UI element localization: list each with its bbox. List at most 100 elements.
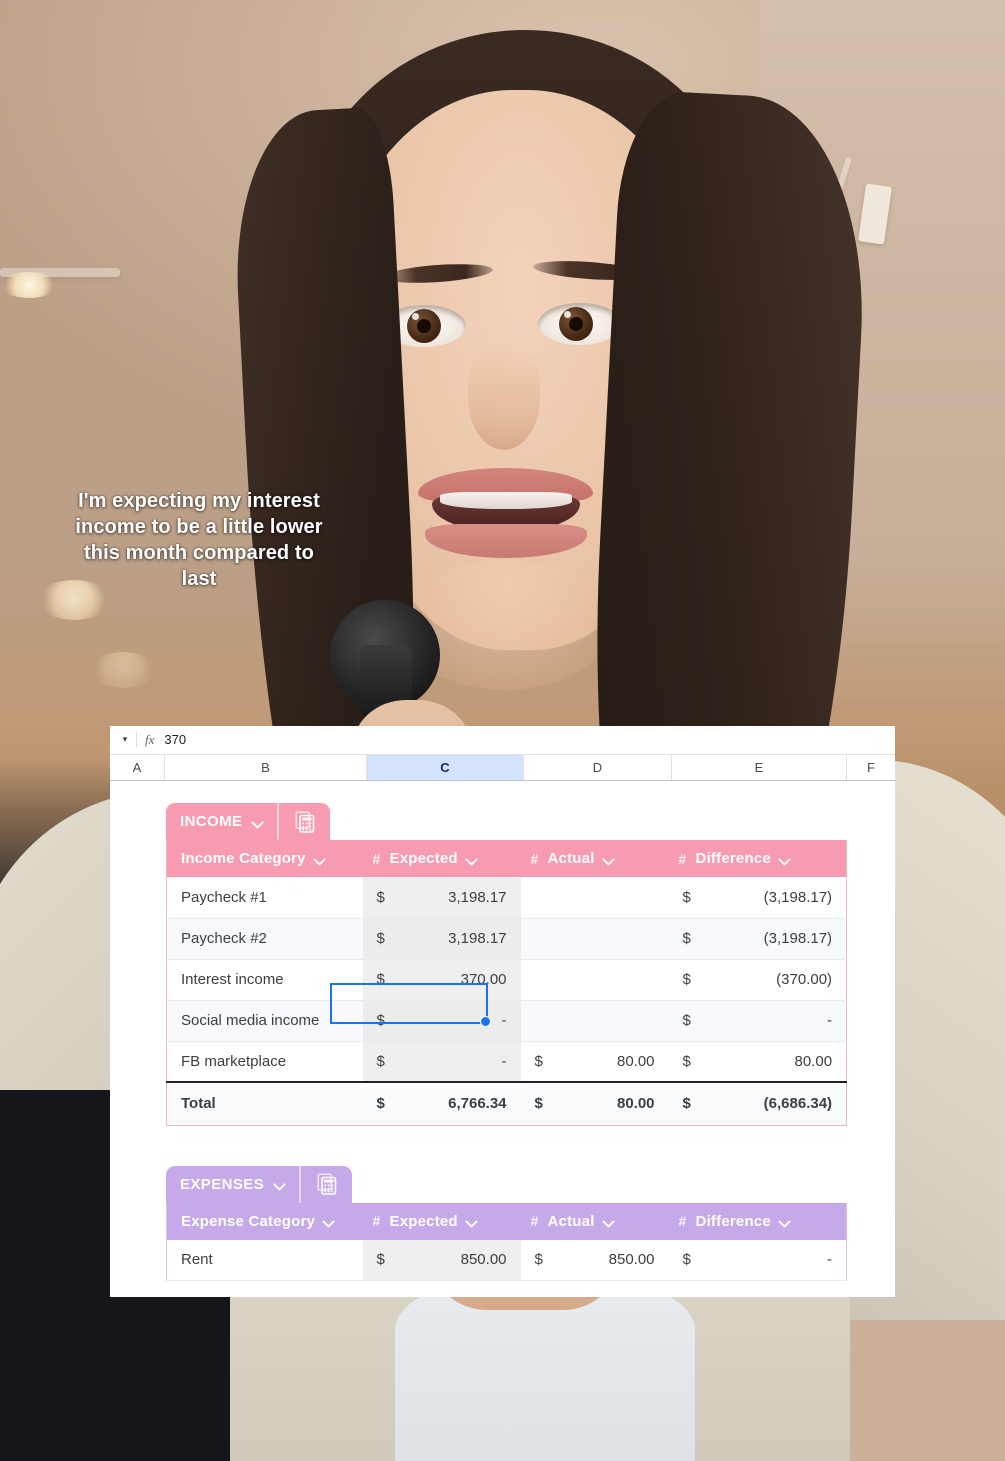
column-header-row: A B C D E F — [110, 754, 895, 781]
cell-difference[interactable]: (3,198.17) — [698, 918, 847, 960]
chevron-down-icon[interactable] — [467, 854, 477, 864]
cell-actual-currency[interactable]: $ — [520, 1041, 551, 1083]
cell-difference-currency[interactable]: $ — [668, 918, 699, 960]
cell-category[interactable]: FB marketplace — [166, 1041, 363, 1083]
expenses-tab-chip[interactable]: EXPENSES — [166, 1165, 353, 1203]
expenses-header-expected-label: Expected — [389, 1212, 458, 1230]
cell-expected[interactable]: 3,198.17 — [392, 877, 521, 919]
expenses-header-expected[interactable]: # Expected — [362, 1202, 521, 1240]
expenses-table-body: Rent $ 850.00 $ 850.00 $ - — [166, 1239, 847, 1281]
cell-expected-currency[interactable]: $ — [362, 877, 393, 919]
chevron-down-icon[interactable] — [604, 1216, 614, 1226]
income-header-difference[interactable]: # Difference — [668, 840, 847, 877]
income-tab-chip[interactable]: INCOME — [166, 803, 331, 840]
name-box-caret-icon[interactable]: ▾ — [116, 735, 134, 744]
cell-expected-currency[interactable]: $ — [362, 918, 393, 960]
chevron-down-icon[interactable] — [315, 854, 325, 864]
expenses-tab-button[interactable]: EXPENSES — [166, 1166, 299, 1203]
cell-expected[interactable]: 3,198.17 — [392, 918, 521, 960]
formula-bar-value[interactable]: 370 — [164, 732, 186, 747]
cell-actual[interactable] — [550, 959, 669, 1001]
table-row[interactable]: Paycheck #2 $ 3,198.17 $ (3,198.17) — [166, 918, 847, 960]
table-row[interactable]: Interest income $ 370.00 $ (370.00) — [166, 959, 847, 1001]
cell-difference-currency[interactable]: $ — [668, 1239, 699, 1281]
cell-category[interactable]: Social media income — [166, 1000, 363, 1042]
income-header-category[interactable]: Income Category — [166, 840, 363, 877]
expenses-header-difference[interactable]: # Difference — [668, 1202, 847, 1240]
table-row[interactable]: Paycheck #1 $ 3,198.17 $ (3,198.17) — [166, 877, 847, 919]
hash-icon: # — [530, 1213, 539, 1229]
cell-difference-currency[interactable]: $ — [668, 1041, 699, 1083]
chevron-down-icon[interactable] — [780, 854, 790, 864]
cell-actual-currency[interactable] — [520, 877, 551, 919]
cell-expected-currency[interactable]: $ — [362, 1041, 393, 1083]
cell-expected-selected[interactable]: 370.00 — [392, 959, 521, 1001]
chevron-down-icon[interactable] — [253, 817, 263, 827]
cell-actual-currency[interactable] — [520, 959, 551, 1001]
cell-difference-currency[interactable]: $ — [668, 1000, 699, 1042]
cell-expected-currency[interactable]: $ — [362, 959, 393, 1001]
expenses-header-category-label: Expense Category — [181, 1212, 316, 1230]
chevron-down-icon[interactable] — [467, 1216, 477, 1226]
income-header-difference-label: Difference — [695, 850, 771, 867]
expenses-calculator-button[interactable] — [299, 1165, 352, 1203]
cell-difference[interactable]: - — [698, 1000, 847, 1042]
cell-difference[interactable]: 80.00 — [698, 1041, 847, 1083]
cell-difference[interactable]: (3,198.17) — [698, 877, 847, 919]
table-row[interactable]: Rent $ 850.00 $ 850.00 $ - — [166, 1239, 847, 1281]
cell-total-difference: (6,686.34) — [698, 1081, 847, 1125]
income-table: Income Category # Expected # Actual # Di… — [166, 840, 848, 1126]
video-caption: I'm expecting my interest income to be a… — [75, 490, 323, 590]
cell-total-actual: 80.00 — [550, 1081, 669, 1125]
cell-difference[interactable]: - — [698, 1239, 847, 1281]
cell-difference-currency[interactable]: $ — [668, 959, 699, 1001]
expenses-table: Expense Category # Expected # Actual # D… — [166, 1202, 848, 1281]
table-row[interactable]: FB marketplace $ - $ 80.00 $ 80.00 — [166, 1041, 847, 1083]
cell-category[interactable]: Rent — [166, 1239, 363, 1281]
income-tab-button[interactable]: INCOME — [166, 803, 277, 840]
cell-expected[interactable]: - — [392, 1000, 521, 1042]
cell-actual[interactable]: 80.00 — [550, 1041, 669, 1083]
cell-expected-currency[interactable]: $ — [362, 1000, 393, 1042]
expenses-header-actual[interactable]: # Actual — [520, 1202, 669, 1240]
cell-actual-currency[interactable] — [520, 1000, 551, 1042]
table-row[interactable]: Social media income $ - $ - — [166, 1000, 847, 1042]
expenses-header-difference-label: Difference — [695, 1212, 771, 1230]
income-tab-label: INCOME — [180, 813, 243, 830]
chevron-down-icon[interactable] — [324, 1216, 334, 1226]
hash-icon: # — [372, 850, 381, 867]
column-header-f[interactable]: F — [847, 755, 895, 780]
cell-actual-currency[interactable]: $ — [520, 1239, 551, 1281]
cell-category[interactable]: Paycheck #1 — [166, 877, 363, 919]
cell-actual[interactable] — [550, 918, 669, 960]
chevron-down-icon[interactable] — [275, 1179, 285, 1189]
column-header-b[interactable]: B — [165, 755, 367, 780]
column-header-a[interactable]: A — [110, 755, 165, 780]
income-calculator-button[interactable] — [277, 803, 330, 840]
column-header-e[interactable]: E — [672, 755, 847, 780]
cell-expected[interactable]: - — [392, 1041, 521, 1083]
cell-actual[interactable] — [550, 877, 669, 919]
cell-expected[interactable]: 850.00 — [392, 1239, 521, 1281]
income-header-expected-label: Expected — [389, 850, 458, 867]
chevron-down-icon[interactable] — [604, 854, 614, 864]
column-header-d[interactable]: D — [524, 755, 672, 780]
income-header-expected[interactable]: # Expected — [362, 840, 521, 877]
income-table-body: Paycheck #1 $ 3,198.17 $ (3,198.17) Payc… — [166, 877, 847, 1125]
cell-expected-currency[interactable]: $ — [362, 1239, 393, 1281]
chevron-down-icon[interactable] — [780, 1216, 790, 1226]
recessed-light — [0, 272, 58, 298]
cell-actual[interactable] — [550, 1000, 669, 1042]
expenses-header-category[interactable]: Expense Category — [166, 1202, 363, 1240]
cell-difference[interactable]: (370.00) — [698, 959, 847, 1001]
income-total-row[interactable]: Total $ 6,766.34 $ 80.00 $ (6,686.34) — [166, 1081, 847, 1125]
cell-difference-currency[interactable]: $ — [668, 877, 699, 919]
calculator-icon — [295, 810, 315, 833]
cell-category[interactable]: Paycheck #2 — [166, 918, 363, 960]
cell-actual-currency[interactable] — [520, 918, 551, 960]
cell-actual[interactable]: 850.00 — [550, 1239, 669, 1281]
income-header-actual[interactable]: # Actual — [520, 840, 669, 877]
column-header-c[interactable]: C — [367, 755, 524, 780]
cell-category[interactable]: Interest income — [166, 959, 363, 1001]
